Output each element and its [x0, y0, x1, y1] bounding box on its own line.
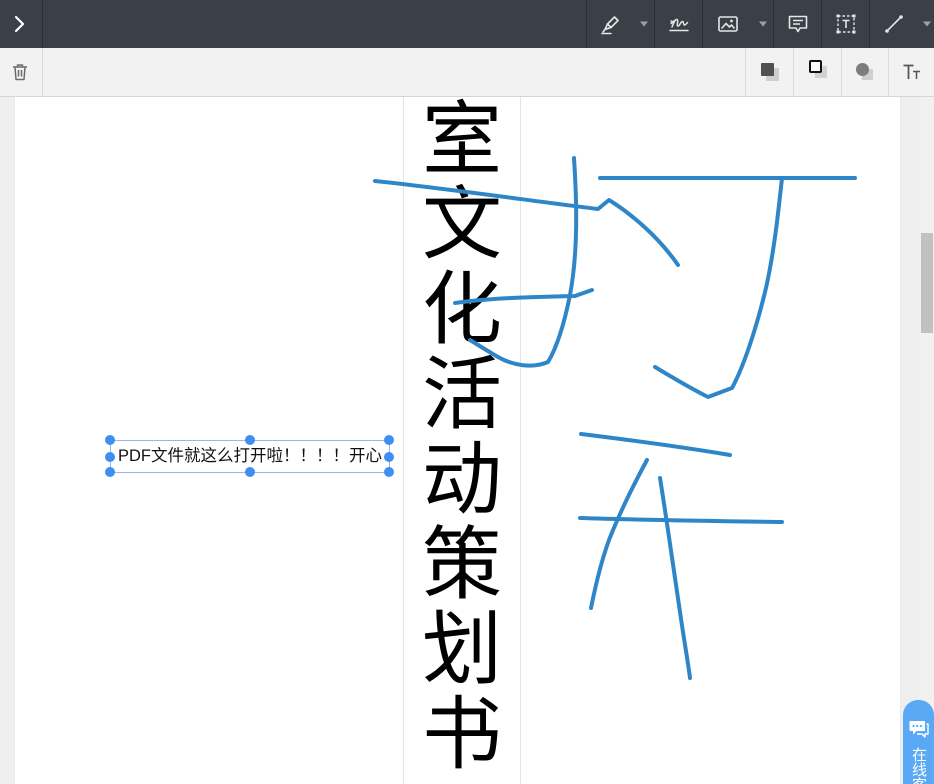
opacity-button[interactable] — [841, 48, 888, 96]
textbox-tool-button[interactable] — [821, 0, 869, 48]
vertical-scrollbar[interactable] — [920, 97, 934, 784]
ink-stroke[interactable] — [579, 432, 732, 457]
comment-icon — [788, 15, 808, 33]
textbox-icon — [836, 14, 856, 34]
delete-annotation-button[interactable] — [0, 48, 43, 96]
pen-icon — [601, 16, 619, 35]
fill-color-button[interactable] — [745, 48, 793, 96]
image-dropdown-caret-icon[interactable] — [758, 21, 768, 27]
property-toolbar — [0, 48, 934, 97]
chat-bubble-icon — [909, 721, 929, 738]
comment-tool-button[interactable] — [773, 0, 821, 48]
signature-icon — [669, 18, 689, 32]
ink-stroke[interactable] — [373, 179, 680, 267]
pen-dropdown-caret-icon[interactable] — [639, 21, 649, 27]
chevron-right-icon — [14, 15, 25, 33]
document-viewport[interactable]: 室 文 化 活 动 策 划 书 PDF文件就这么打开啦！！！！开心 在线客 — [0, 97, 934, 784]
stroke-color-button[interactable] — [793, 48, 841, 96]
text-size-icon — [903, 64, 920, 79]
annotation-tools — [586, 0, 934, 48]
stroke-color-icon — [808, 60, 827, 78]
text-size-button[interactable] — [888, 48, 934, 96]
opacity-icon — [856, 63, 873, 80]
ink-annotation[interactable] — [0, 97, 934, 784]
chat-widget-label: 在线客 — [910, 747, 928, 784]
fill-color-icon — [760, 63, 779, 81]
signature-tool-button[interactable] — [654, 0, 702, 48]
annotation-properties — [745, 48, 934, 96]
ink-stroke[interactable] — [589, 458, 649, 610]
image-tool-button[interactable] — [702, 0, 773, 48]
line-tool-button[interactable] — [869, 0, 934, 48]
ink-stroke[interactable] — [653, 176, 784, 399]
line-icon — [885, 15, 903, 33]
scrollbar-thumb[interactable] — [921, 233, 933, 333]
ink-stroke[interactable] — [468, 156, 579, 368]
expand-sidebar-button[interactable] — [0, 0, 43, 48]
ink-stroke[interactable] — [658, 476, 692, 680]
ink-stroke[interactable] — [578, 516, 784, 524]
trash-icon — [13, 64, 27, 81]
line-dropdown-caret-icon[interactable] — [922, 21, 932, 27]
online-chat-widget[interactable]: 在线客 — [903, 700, 934, 784]
main-toolbar — [0, 0, 934, 48]
pen-tool-button[interactable] — [586, 0, 654, 48]
image-icon — [718, 16, 738, 32]
